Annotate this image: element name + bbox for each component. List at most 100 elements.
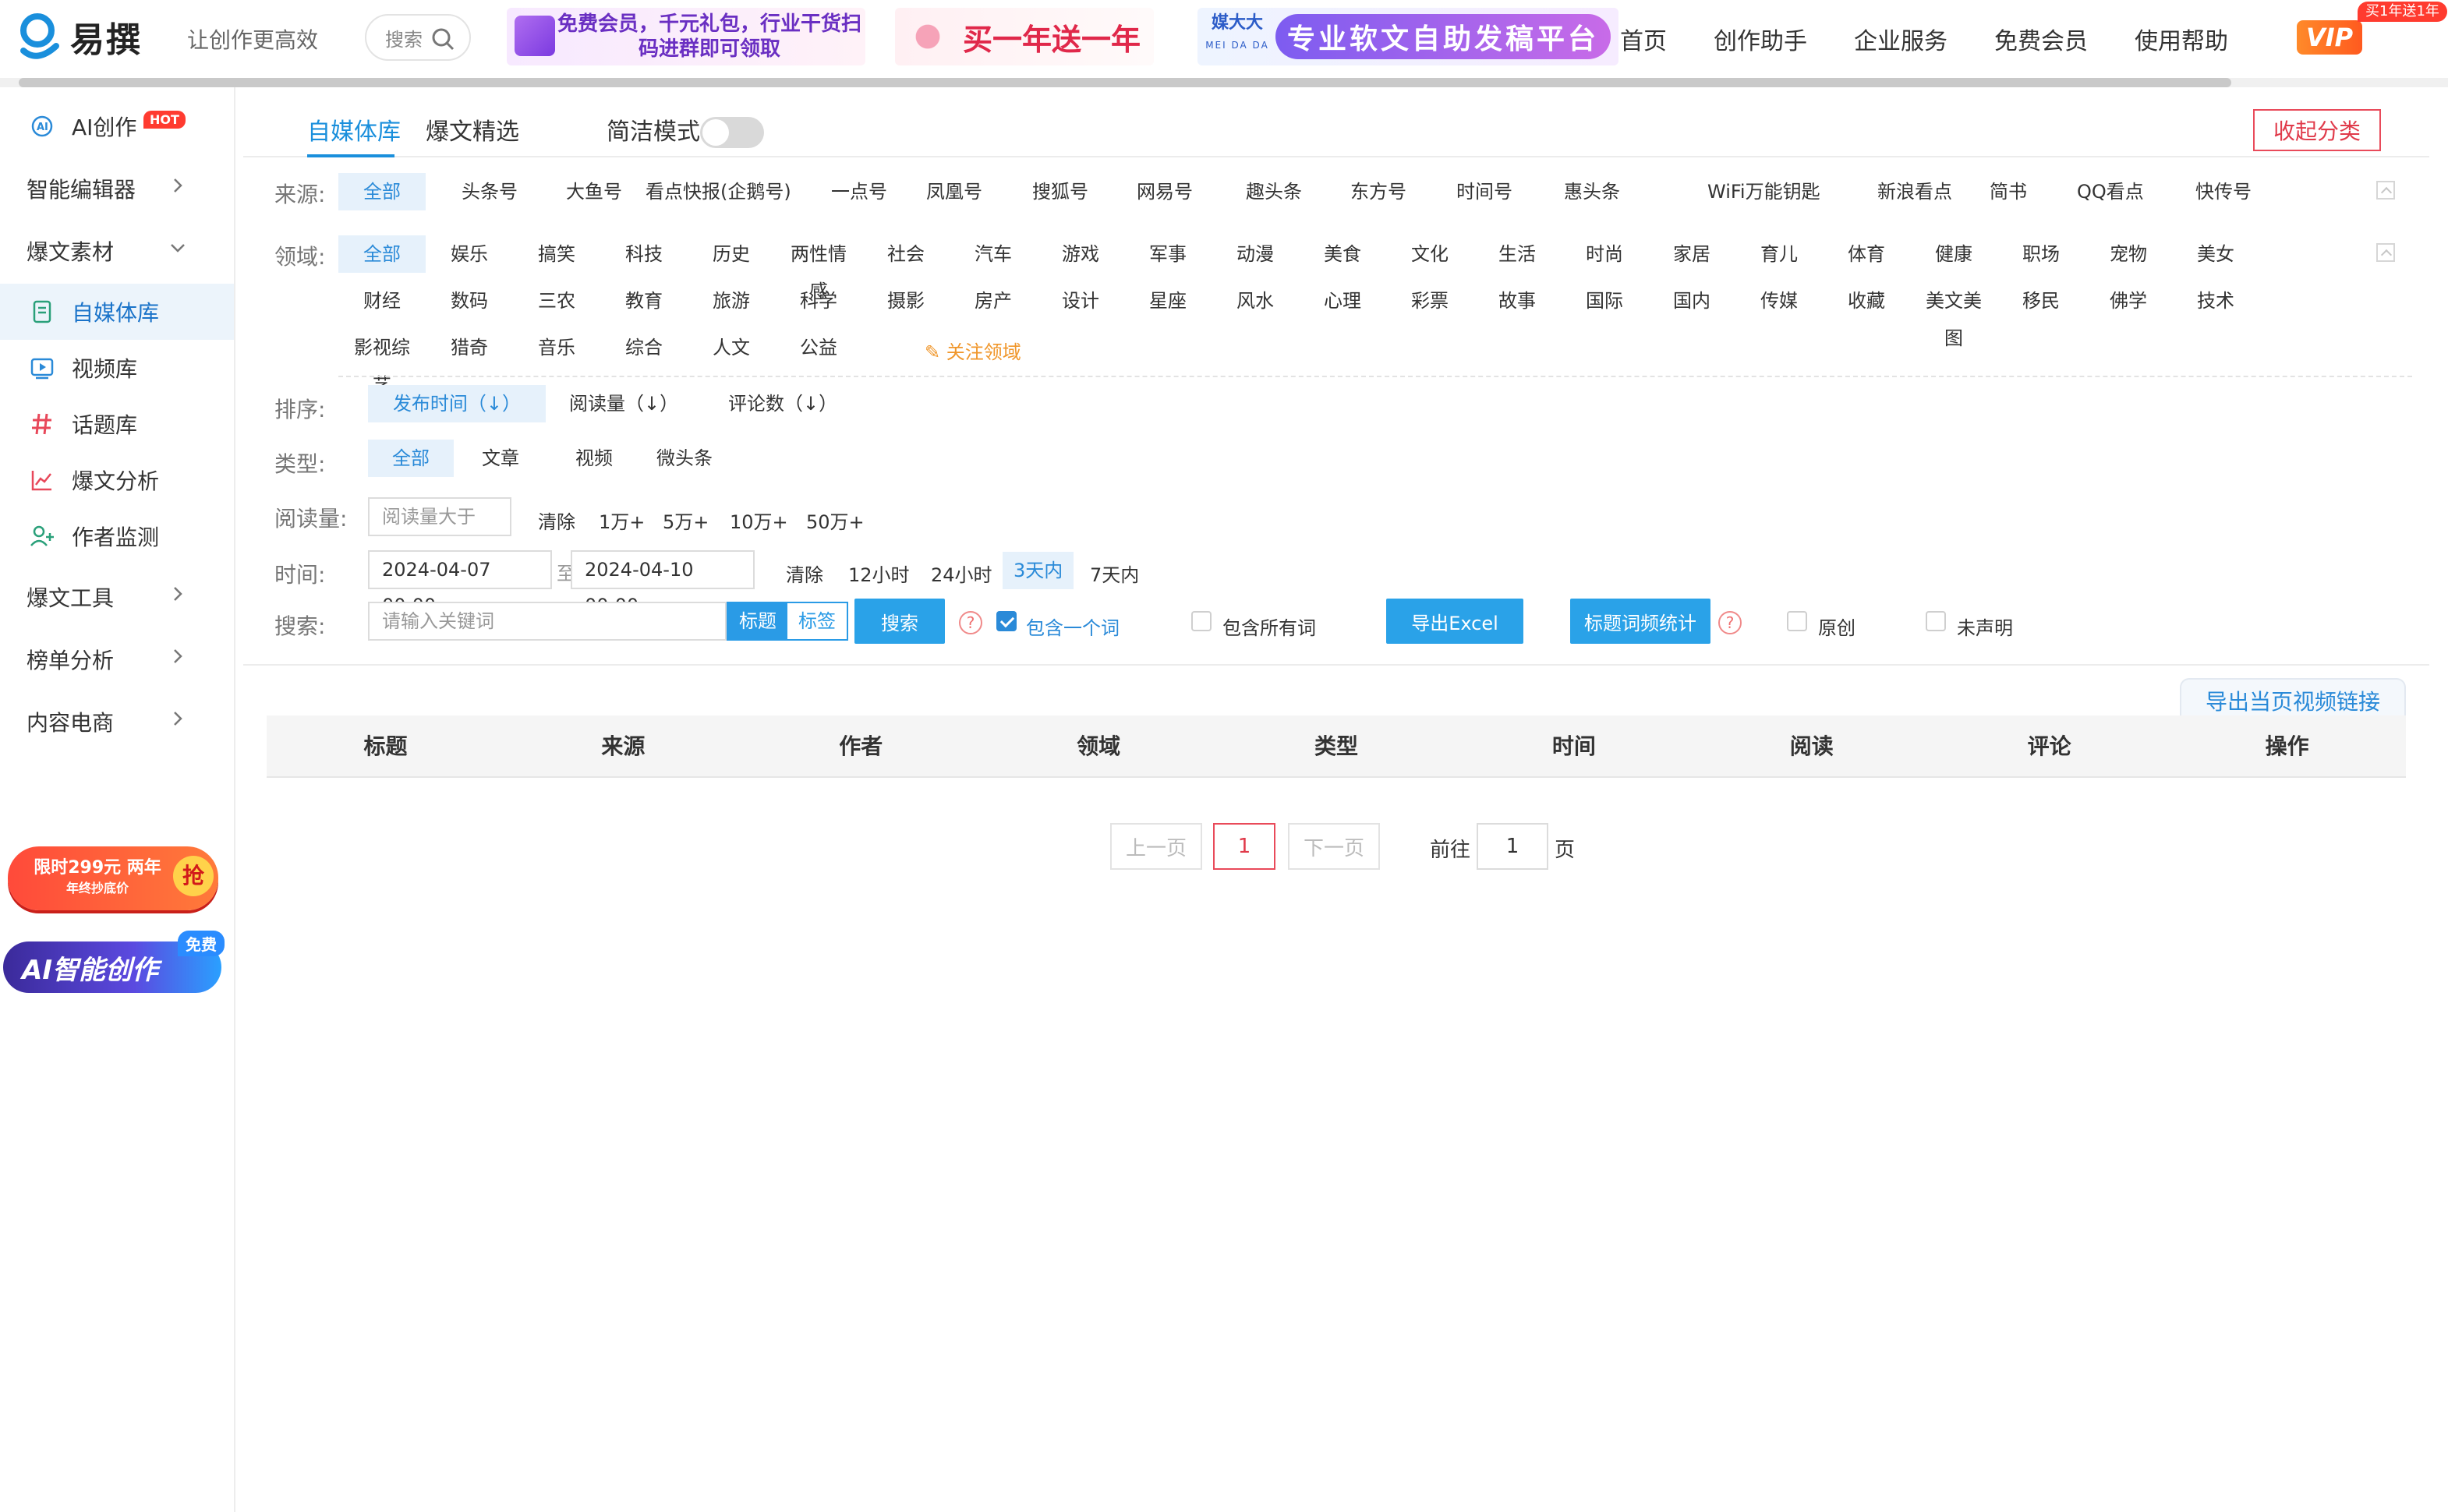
domain-option[interactable]: 数码	[426, 282, 513, 320]
nav-free-member[interactable]: 免费会员	[1994, 22, 2088, 56]
domain-option[interactable]: 国内	[1648, 282, 1735, 320]
type-video[interactable]: 视频	[563, 440, 625, 477]
source-option[interactable]: 大鱼号	[554, 173, 635, 210]
source-option[interactable]: 简书	[1977, 173, 2039, 210]
nav-creation-assistant[interactable]: 创作助手	[1714, 22, 1807, 56]
page-1-button[interactable]: 1	[1213, 823, 1275, 870]
sidebar-item-content-ecommerce[interactable]: 内容电商	[0, 694, 234, 750]
col-actions[interactable]: 操作	[2168, 715, 2406, 776]
help-icon[interactable]: ?	[1718, 611, 1742, 634]
goto-page-input[interactable]: 1	[1477, 823, 1548, 870]
source-option[interactable]: 头条号	[449, 173, 530, 210]
domain-option[interactable]: 军事	[1124, 235, 1212, 273]
time-12h[interactable]: 12小时	[848, 560, 910, 587]
domain-option[interactable]: 技术	[2172, 282, 2259, 320]
sidebar-item-viral-analysis[interactable]: 爆文分析	[0, 452, 234, 508]
col-title[interactable]: 标题	[267, 715, 504, 776]
domain-option[interactable]: 体育	[1823, 235, 1910, 273]
sidebar-item-video-library[interactable]: 视频库	[0, 340, 234, 396]
col-domain[interactable]: 领域	[980, 715, 1218, 776]
domain-option[interactable]: 人文	[688, 329, 775, 366]
header-search[interactable]: 搜索	[365, 14, 471, 61]
domain-option[interactable]: 移民	[1997, 282, 2085, 320]
domain-option[interactable]: 综合	[600, 329, 688, 366]
title-word-frequency-button[interactable]: 标题词频统计	[1570, 599, 1710, 644]
type-micro-headline[interactable]: 微头条	[644, 440, 725, 477]
source-option[interactable]: 惠头条	[1551, 173, 1633, 210]
domain-option[interactable]: 摄影	[862, 282, 950, 320]
domain-option[interactable]: 文化	[1386, 235, 1473, 273]
read-10k[interactable]: 1万+	[599, 507, 645, 534]
sidebar-item-viral-tools[interactable]: 爆文工具	[0, 569, 234, 625]
source-option[interactable]: QQ看点	[2064, 173, 2156, 210]
domain-option[interactable]: 三农	[513, 282, 600, 320]
domain-option[interactable]: 音乐	[513, 329, 600, 366]
sidebar-item-topic-library[interactable]: 话题库	[0, 396, 234, 452]
col-source[interactable]: 来源	[504, 715, 742, 776]
domain-option[interactable]: 搞笑	[513, 235, 600, 273]
source-option[interactable]: 东方号	[1338, 173, 1419, 210]
time-end-input[interactable]: 2024-04-10 00:00	[571, 550, 755, 616]
include-one-checkbox[interactable]	[996, 611, 1017, 631]
col-author[interactable]: 作者	[742, 715, 980, 776]
domain-option[interactable]: 健康	[1910, 235, 1997, 273]
type-article[interactable]: 文章	[469, 440, 532, 477]
source-option[interactable]: 时间号	[1444, 173, 1525, 210]
time-3days[interactable]: 3天内	[1003, 552, 1074, 589]
sidebar-item-author-monitor[interactable]: 作者监测	[0, 508, 234, 564]
nav-enterprise[interactable]: 企业服务	[1854, 22, 1947, 56]
domain-option[interactable]: 猎奇	[426, 329, 513, 366]
domain-option[interactable]: 美食	[1299, 235, 1386, 273]
promo-ai-creation[interactable]: AI智能创作 免费	[3, 931, 225, 993]
domain-option[interactable]: 职场	[1997, 235, 2085, 273]
tab-media-library[interactable]: 自媒体库	[307, 112, 401, 147]
next-page-button[interactable]: 下一页	[1288, 823, 1380, 870]
domain-option[interactable]: 科学	[775, 282, 862, 320]
domain-option[interactable]: 生活	[1473, 235, 1561, 273]
domain-option[interactable]: 国际	[1561, 282, 1648, 320]
tab-viral-picks[interactable]: 爆文精选	[426, 112, 519, 147]
time-clear[interactable]: 清除	[786, 560, 823, 587]
domain-option[interactable]: 动漫	[1212, 235, 1299, 273]
domain-option[interactable]: 两性情感	[775, 235, 862, 302]
domain-option[interactable]: 家居	[1648, 235, 1735, 273]
include-all-checkbox[interactable]	[1191, 611, 1212, 631]
domain-option[interactable]: 房产	[950, 282, 1037, 320]
scope-title[interactable]: 标题	[728, 603, 787, 639]
domain-option[interactable]: 教育	[600, 282, 688, 320]
domain-option[interactable]: 传媒	[1735, 282, 1823, 320]
source-option[interactable]: 快传号	[2183, 173, 2264, 210]
sort-comment-count[interactable]: 评论数（↓）	[716, 385, 850, 422]
sidebar-item-ranking-analysis[interactable]: 榜单分析	[0, 631, 234, 687]
help-icon[interactable]: ?	[959, 611, 982, 634]
source-option[interactable]: 凤凰号	[914, 173, 995, 210]
source-option[interactable]: 全部	[338, 173, 426, 210]
vip-button[interactable]: VIP	[2297, 20, 2362, 55]
time-start-input[interactable]: 2024-04-07 00:00	[368, 550, 552, 616]
nav-help[interactable]: 使用帮助	[2135, 22, 2228, 56]
promo-two-year-offer[interactable]: 限时299元 两年 年终抄底价 抢	[8, 846, 218, 910]
domain-option[interactable]: 时尚	[1561, 235, 1648, 273]
collapse-categories-button[interactable]: 收起分类	[2253, 109, 2381, 151]
prev-page-button[interactable]: 上一页	[1110, 823, 1202, 870]
domain-option[interactable]: 收藏	[1823, 282, 1910, 320]
banner-meidada[interactable]: 媒大大 MEI DA DA 专业软文自助发稿平台	[1197, 8, 1618, 65]
read-500k[interactable]: 50万+	[806, 507, 865, 534]
domain-option[interactable]: 彩票	[1386, 282, 1473, 320]
keyword-input[interactable]: 请输入关键词	[368, 602, 727, 641]
domain-option[interactable]: 宠物	[2085, 235, 2172, 273]
scope-tag[interactable]: 标签	[787, 603, 847, 639]
banner-free-member[interactable]: 免费会员，千元礼包，行业干货扫码进群即可领取	[507, 8, 865, 65]
header-scrollbar[interactable]	[19, 78, 2231, 87]
domain-option[interactable]: 美文美图	[1910, 282, 1997, 349]
read-clear[interactable]: 清除	[538, 507, 575, 534]
domain-option[interactable]: 科技	[600, 235, 688, 273]
domain-option[interactable]: 故事	[1473, 282, 1561, 320]
time-7days[interactable]: 7天内	[1090, 560, 1139, 587]
original-checkbox[interactable]	[1787, 611, 1807, 631]
col-comments[interactable]: 评论	[1930, 715, 2168, 776]
domain-option[interactable]: 社会	[862, 235, 950, 273]
collapse-source-icon[interactable]	[2376, 181, 2395, 200]
read-100k[interactable]: 10万+	[730, 507, 788, 534]
domain-option[interactable]: 星座	[1124, 282, 1212, 320]
